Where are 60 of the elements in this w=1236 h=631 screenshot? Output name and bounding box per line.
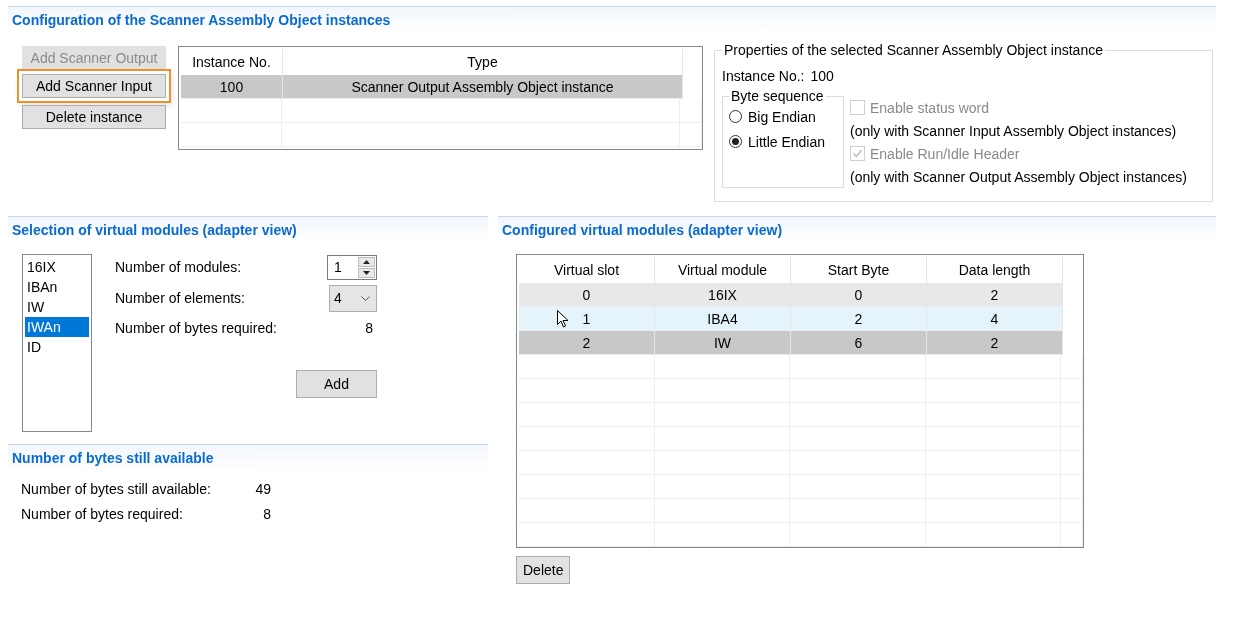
- field-value: 8: [365, 320, 373, 336]
- table-cell: Scanner Output Assembly Object instance: [283, 75, 683, 99]
- empty-cell: [1061, 451, 1083, 475]
- empty-cell: [1061, 523, 1083, 547]
- field-label: Number of bytes required:: [21, 506, 183, 522]
- field-value: 100: [810, 68, 834, 84]
- list-item[interactable]: IWAn: [25, 317, 89, 337]
- empty-cell: [1061, 403, 1083, 427]
- field-value: 8: [263, 506, 271, 522]
- field-label: Number of bytes required:: [115, 320, 277, 336]
- table-cell: 100: [181, 75, 283, 99]
- table-row[interactable]: 2 IW 6 2: [519, 331, 1083, 355]
- table-cell: 0: [519, 283, 655, 307]
- table-cell: 2: [791, 307, 927, 331]
- field-label: Number of bytes still available:: [21, 481, 211, 497]
- table-row[interactable]: 1 IBA4 2 4: [519, 307, 1083, 331]
- checkbox-label: Enable Run/Idle Header: [870, 145, 1020, 162]
- radio-button[interactable]: [729, 110, 742, 123]
- radio-label: Little Endian: [748, 133, 826, 150]
- empty-cell: [1061, 475, 1083, 499]
- field-label: Instance No.:: [722, 68, 805, 84]
- table-cell: 1: [519, 307, 655, 331]
- table-cell: 2: [519, 331, 655, 355]
- list-item[interactable]: 16IX: [25, 257, 89, 277]
- list-item[interactable]: ID: [25, 337, 89, 357]
- empty-cell: [1061, 379, 1083, 403]
- radio-button[interactable]: [729, 135, 742, 148]
- delete-button[interactable]: Delete: [516, 556, 571, 584]
- table-row[interactable]: 0 16IX 0 2: [519, 283, 1083, 307]
- table-cell: 16IX: [655, 283, 791, 307]
- table-cell: IW: [655, 331, 791, 355]
- option-note: (only with Scanner Output Assembly Object instances): [850, 168, 1187, 185]
- field-value: 49: [255, 481, 271, 497]
- empty-cell: [1061, 355, 1083, 379]
- action-button[interactable]: Delete instance: [22, 105, 166, 129]
- pointer-cursor-icon: [557, 310, 569, 328]
- list-item[interactable]: IW: [25, 297, 89, 317]
- table-cell: 0: [791, 283, 927, 307]
- field-label: Number of modules:: [115, 259, 242, 275]
- empty-cell: [1061, 427, 1083, 451]
- table-row[interactable]: 100 Scanner Output Assembly Object instance: [181, 75, 702, 99]
- empty-cell: [1061, 499, 1083, 523]
- option-note: (only with Scanner Input Assembly Object instances): [850, 122, 1177, 139]
- group-title: Properties of the selected Scanner Assembly Object instance: [723, 42, 1104, 58]
- list-item[interactable]: IBAn: [25, 277, 89, 297]
- table-cell: 4: [927, 307, 1063, 331]
- empty-cell: [680, 99, 702, 123]
- table-cell: 6: [791, 331, 927, 355]
- table-cell: IBA4: [655, 307, 791, 331]
- table-cell: 2: [927, 331, 1063, 355]
- dropdown[interactable]: 4: [329, 284, 377, 312]
- radio-label: Big Endian: [748, 108, 816, 125]
- empty-cell: [680, 123, 702, 147]
- group-title: Byte sequence: [730, 88, 825, 104]
- table-cell: 2: [927, 283, 1063, 307]
- spin-field[interactable]: 1: [327, 254, 377, 280]
- checkbox-label: Enable status word: [870, 99, 990, 116]
- add-button[interactable]: Add: [296, 370, 377, 398]
- chevron-down-icon: [361, 295, 370, 301]
- field-label: Number of elements:: [115, 290, 245, 306]
